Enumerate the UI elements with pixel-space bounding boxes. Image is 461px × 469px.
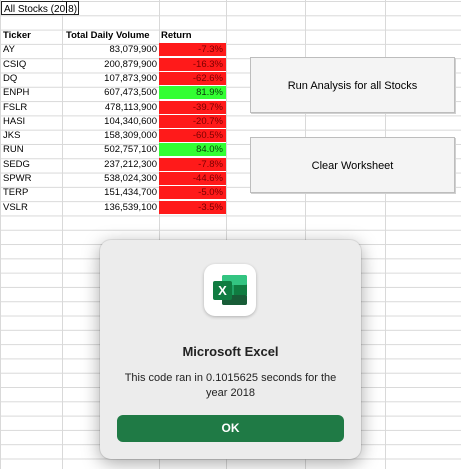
return-cell[interactable]: -20.7% <box>159 114 226 128</box>
volume-cell[interactable]: 136,539,100 <box>62 201 157 215</box>
ticker-cell[interactable]: FSLR <box>3 101 63 115</box>
table-row: AY 83,079,900 -7.3% <box>0 43 230 57</box>
volume-cell[interactable]: 151,434,700 <box>62 186 157 200</box>
header-return[interactable]: Return <box>161 29 228 42</box>
volume-cell[interactable]: 158,309,000 <box>62 129 157 143</box>
volume-cell[interactable]: 538,024,300 <box>62 172 157 186</box>
return-cell[interactable]: 81.9% <box>159 86 226 100</box>
return-cell[interactable]: -44.6% <box>159 172 226 185</box>
return-cell[interactable]: -16.3% <box>159 57 226 71</box>
excel-icon: X <box>204 264 256 316</box>
ok-button[interactable]: OK <box>117 415 344 442</box>
sheet-title-end: 8) <box>68 4 78 15</box>
dialog-title: Microsoft Excel <box>182 344 279 359</box>
ticker-cell[interactable]: SEDG <box>3 158 63 172</box>
return-cell[interactable]: -5.0% <box>159 186 226 200</box>
volume-cell[interactable]: 83,079,900 <box>62 43 157 57</box>
table-row: JKS 158,309,000 -60.5% <box>0 129 230 143</box>
ticker-cell[interactable]: DQ <box>3 72 63 86</box>
ticker-cell[interactable]: ENPH <box>3 86 63 100</box>
return-cell[interactable]: -39.7% <box>159 100 226 114</box>
volume-cell[interactable]: 607,473,500 <box>62 86 157 100</box>
return-cell[interactable]: 84.0% <box>159 143 226 157</box>
dialog-message: This code ran in 0.1015625 seconds for t… <box>124 372 337 399</box>
header-ticker[interactable]: Ticker <box>3 29 63 43</box>
table-row: DQ 107,873,900 -62.6% <box>0 71 230 86</box>
return-cell[interactable]: -62.6% <box>159 71 226 85</box>
text-cursor <box>66 2 68 13</box>
ticker-cell[interactable]: HASI <box>3 115 63 129</box>
excel-icon-letter: X <box>218 283 227 298</box>
sheet-title-start: All Stocks (20 <box>4 4 66 15</box>
table-row: TERP 151,434,700 -5.0% <box>0 186 230 200</box>
table-row: ENPH 607,473,500 81.9% <box>0 86 230 100</box>
return-cell[interactable]: -3.5% <box>159 200 226 214</box>
clear-worksheet-button[interactable]: Clear Worksheet <box>250 137 455 193</box>
table-header-row: Ticker Total Daily Volume Return <box>0 29 230 43</box>
return-cell[interactable]: -7.8% <box>159 157 226 171</box>
table-row: SPWR 538,024,300 -44.6% <box>0 172 230 186</box>
volume-cell[interactable]: 200,879,900 <box>62 58 157 72</box>
ticker-cell[interactable]: JKS <box>3 129 63 143</box>
table-row: VSLR 136,539,100 -3.5% <box>0 200 230 215</box>
volume-cell[interactable]: 107,873,900 <box>62 72 157 86</box>
table-row: RUN 502,757,100 84.0% <box>0 143 230 157</box>
ticker-cell[interactable]: TERP <box>3 186 63 200</box>
run-analysis-button[interactable]: Run Analysis for all Stocks <box>250 57 455 113</box>
volume-cell[interactable]: 502,757,100 <box>62 143 157 157</box>
table-row: HASI 104,340,600 -20.7% <box>0 114 230 129</box>
alert-dialog: X Microsoft Excel This code ran in 0.101… <box>100 240 361 459</box>
sheet-title-cell[interactable]: All Stocks (20 8) <box>1 1 79 15</box>
table-row: SEDG 237,212,300 -7.8% <box>0 157 230 172</box>
volume-cell[interactable]: 478,113,900 <box>62 101 157 115</box>
return-cell[interactable]: -60.5% <box>159 129 226 143</box>
return-cell[interactable]: -7.3% <box>159 43 226 57</box>
table-row: CSIQ 200,879,900 -16.3% <box>0 57 230 72</box>
ticker-cell[interactable]: RUN <box>3 143 63 157</box>
header-total-daily-volume[interactable]: Total Daily Volume <box>66 29 161 43</box>
volume-cell[interactable]: 237,212,300 <box>62 158 157 172</box>
ticker-cell[interactable]: CSIQ <box>3 58 63 72</box>
ticker-cell[interactable]: SPWR <box>3 172 63 186</box>
table-row: FSLR 478,113,900 -39.7% <box>0 100 230 115</box>
volume-cell[interactable]: 104,340,600 <box>62 115 157 129</box>
ticker-cell[interactable]: AY <box>3 43 63 57</box>
ticker-cell[interactable]: VSLR <box>3 201 63 215</box>
